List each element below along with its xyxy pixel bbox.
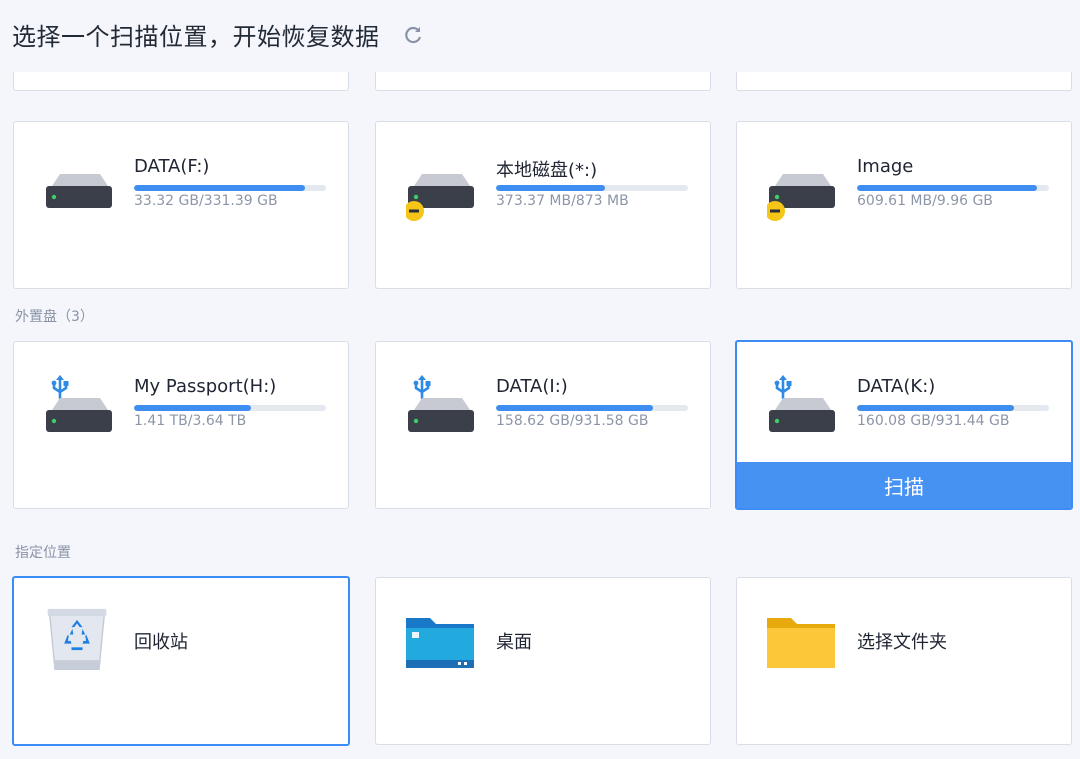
external-section-label: 外置盘（3） [15, 309, 94, 325]
location-card-desktop[interactable]: 桌面 [375, 577, 711, 745]
drive-name: My Passport(H:) [134, 376, 277, 397]
scan-button[interactable]: 扫描 [737, 462, 1071, 508]
location-name: 选择文件夹 [857, 632, 947, 653]
drive-size: 1.41 TB/3.64 TB [134, 413, 247, 429]
usb-drive-icon [408, 375, 474, 432]
usage-bar [134, 185, 326, 191]
usage-bar [857, 185, 1049, 191]
location-card-choose-folder[interactable]: 选择文件夹 [736, 577, 1072, 745]
usage-bar-fill [496, 405, 654, 411]
drive-name: DATA(F:) [134, 156, 210, 177]
usage-bar [496, 405, 688, 411]
header: 选择一个扫描位置，开始恢复数据 [0, 0, 1080, 72]
drive-card-image[interactable]: Image 609.61 MB/9.96 GB [736, 121, 1072, 289]
usb-drive-icon [769, 375, 835, 432]
hard-drive-icon [46, 174, 112, 208]
drive-card-data-i[interactable]: DATA(I:) 158.62 GB/931.58 GB [375, 341, 711, 509]
drive-name: DATA(K:) [857, 376, 936, 397]
drive-card-partial[interactable] [13, 71, 349, 91]
drive-card-partial[interactable] [375, 71, 711, 91]
hard-drive-icon [767, 174, 835, 221]
page-title: 选择一个扫描位置，开始恢复数据 [12, 23, 380, 51]
drive-size: 33.32 GB/331.39 GB [134, 193, 278, 209]
drive-name: DATA(I:) [496, 376, 568, 397]
refresh-icon[interactable] [402, 24, 424, 46]
drive-card-local-disk[interactable]: 本地磁盘(*:) 373.37 MB/873 MB [375, 121, 711, 289]
usage-bar-fill [857, 405, 1015, 411]
location-card-recycle-bin[interactable]: 回收站 [12, 576, 350, 746]
folder-icon [767, 618, 835, 668]
usage-bar-fill [134, 185, 305, 191]
drive-size: 160.08 GB/931.44 GB [857, 413, 1010, 429]
drive-name: Image [857, 156, 914, 177]
desktop-folder-icon [406, 618, 474, 668]
usage-bar-fill [134, 405, 252, 411]
usage-bar [134, 405, 326, 411]
location-name: 回收站 [134, 632, 188, 653]
drive-card-data-f[interactable]: DATA(F:) 33.32 GB/331.39 GB [13, 121, 349, 289]
usage-bar-fill [857, 185, 1038, 191]
usage-bar [857, 405, 1049, 411]
usage-bar [496, 185, 688, 191]
recycle-bin-icon [47, 608, 107, 671]
drive-card-data-k[interactable]: DATA(K:) 160.08 GB/931.44 GB 扫描 [735, 340, 1073, 510]
hard-drive-icon [406, 174, 474, 221]
drive-name: 本地磁盘(*:) [496, 160, 598, 181]
drive-size: 609.61 MB/9.96 GB [857, 193, 993, 209]
location-name: 桌面 [496, 632, 532, 653]
usb-drive-icon [46, 375, 112, 432]
drive-size: 373.37 MB/873 MB [496, 193, 629, 209]
drive-card-partial[interactable] [736, 71, 1072, 91]
drive-size: 158.62 GB/931.58 GB [496, 413, 649, 429]
locations-section-label: 指定位置 [15, 545, 71, 561]
drive-card-my-passport[interactable]: My Passport(H:) 1.41 TB/3.64 TB [13, 341, 349, 509]
usage-bar-fill [496, 185, 606, 191]
